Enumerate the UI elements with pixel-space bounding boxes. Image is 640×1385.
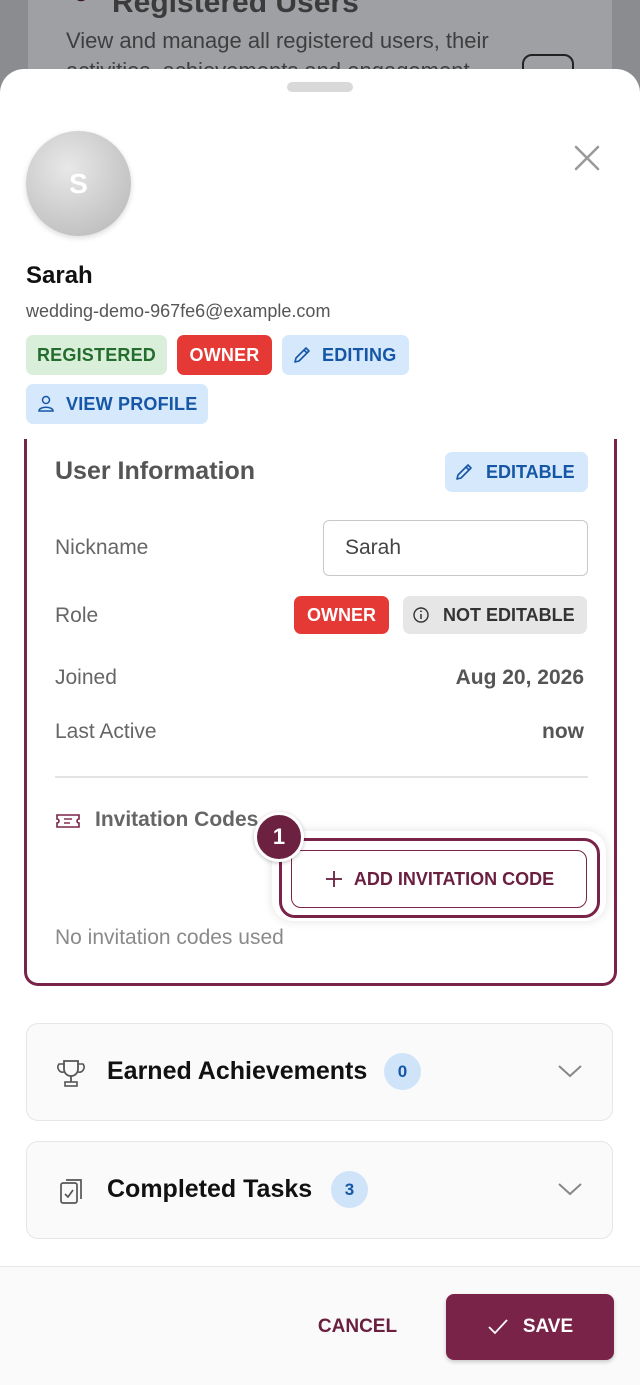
check-icon: [488, 1319, 508, 1335]
last-active-value: now: [542, 720, 584, 743]
registered-badge: REGISTERED: [26, 335, 167, 375]
view-profile-label: VIEW PROFILE: [66, 393, 198, 414]
close-icon[interactable]: [570, 141, 604, 175]
divider: [55, 776, 588, 778]
clipboard-check-icon: [60, 1179, 82, 1204]
user-name: Sarah: [26, 262, 93, 289]
registered-badge-label: REGISTERED: [36, 344, 157, 365]
user-email: wedding-demo-967fe6@example.com: [26, 301, 331, 321]
add-invitation-code-button[interactable]: ADD INVITATION CODE: [291, 850, 587, 908]
users-icon: [76, 0, 86, 2]
view-profile-button[interactable]: VIEW PROFILE: [26, 384, 208, 424]
chevron-down-icon: [558, 1065, 582, 1078]
avatar: S: [26, 131, 131, 236]
completed-tasks-section[interactable]: Completed Tasks 3: [26, 1141, 613, 1239]
chevron-down-icon: [558, 1183, 582, 1196]
invitation-codes-label: Invitation Codes: [95, 808, 259, 831]
role-owner-badge: OWNER: [294, 596, 389, 634]
last-active-label: Last Active: [55, 720, 157, 743]
earned-achievements-title: Earned Achievements: [107, 1057, 368, 1085]
nickname-label: Nickname: [55, 536, 149, 559]
nickname-input[interactable]: [323, 520, 588, 576]
achievements-count-badge: 0: [384, 1053, 421, 1090]
step-badge: 1: [254, 812, 304, 862]
sheet-footer: CANCEL SAVE: [0, 1266, 640, 1385]
save-button[interactable]: SAVE: [446, 1294, 614, 1360]
earned-achievements-section[interactable]: Earned Achievements 0: [26, 1023, 613, 1121]
role-owner-label: OWNER: [307, 604, 376, 625]
pencil-icon: [294, 347, 310, 363]
tasks-count-badge: 3: [331, 1171, 368, 1208]
person-icon: [38, 395, 54, 412]
pencil-icon: [456, 464, 472, 480]
no-invitation-codes-text: No invitation codes used: [55, 926, 284, 949]
save-button-label: SAVE: [522, 1316, 574, 1337]
owner-badge: OWNER: [177, 335, 272, 375]
joined-value: Aug 20, 2026: [455, 666, 584, 689]
user-detail-sheet: S Sarah wedding-demo-967fe6@example.com …: [0, 69, 640, 1385]
not-editable-badge: NOT EDITABLE: [403, 596, 587, 634]
completed-tasks-title: Completed Tasks: [107, 1175, 313, 1203]
role-label: Role: [55, 604, 99, 627]
editable-badge: EDITABLE: [445, 452, 588, 492]
cancel-button[interactable]: CANCEL: [305, 1307, 410, 1347]
editing-badge-label: EDITING: [322, 344, 397, 365]
ticket-icon: [56, 814, 80, 828]
user-information-title: User Information: [55, 457, 256, 485]
add-invitation-code-label: ADD INVITATION CODE: [353, 868, 555, 889]
background-title: Registered Users: [112, 0, 359, 19]
plus-icon: [325, 871, 342, 887]
joined-label: Joined: [55, 666, 117, 689]
editable-badge-label: EDITABLE: [486, 461, 575, 482]
info-icon: [413, 607, 429, 623]
editing-badge: EDITING: [282, 335, 409, 375]
trophy-icon: [57, 1060, 85, 1087]
not-editable-label: NOT EDITABLE: [443, 604, 575, 625]
owner-badge-label: OWNER: [189, 344, 260, 365]
drag-handle[interactable]: [287, 82, 353, 92]
